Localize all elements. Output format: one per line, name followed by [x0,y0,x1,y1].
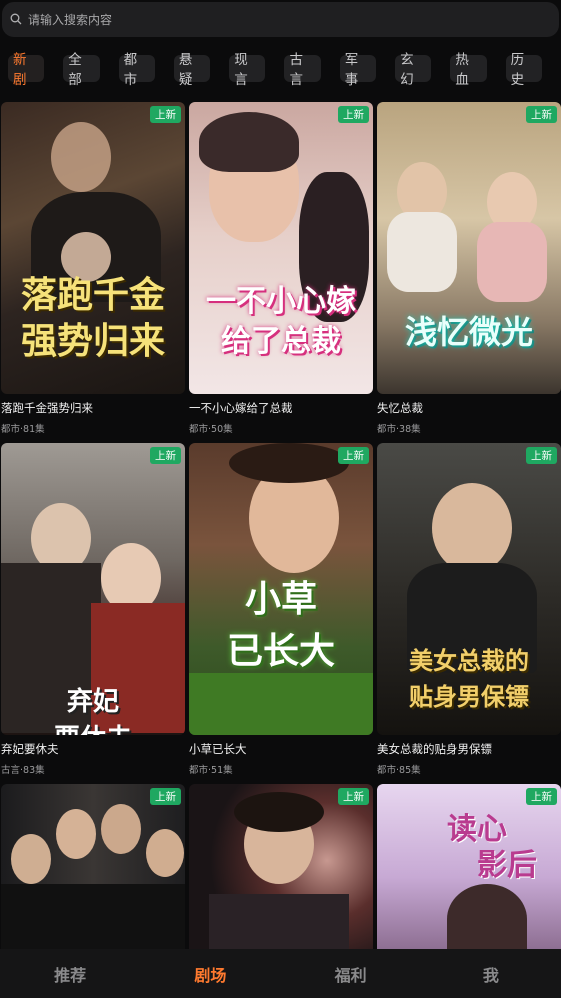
poster-title-art: 弃妃要休夫 [54,687,132,735]
category-chip-ancient-romance[interactable]: 古言 [284,52,321,88]
category-chip-modern-romance[interactable]: 现言 [229,52,266,88]
drama-card[interactable]: 弃妃要休夫 上新 弃妃要休夫 古言·83集 [1,443,185,776]
category-chip-new[interactable]: 新剧 [8,52,45,88]
drama-title: 弃妃要休夫 [1,742,59,756]
drama-poster[interactable]: 上新 [1,784,185,954]
category-chip-military[interactable]: 军事 [339,52,377,88]
drama-poster[interactable]: 上新 [189,784,373,954]
drama-card[interactable]: 读心 影后 上新 [377,784,561,954]
new-badge: 上新 [150,788,181,805]
drama-meta: 古言·83集 [1,765,45,776]
drama-meta: 都市·38集 [377,424,421,435]
new-badge: 上新 [526,788,557,805]
tab-me[interactable]: 我 [421,962,561,986]
drama-poster[interactable]: 读心 影后 上新 [377,784,561,954]
drama-title: 落跑千金强势归来 [1,401,93,415]
category-chip-action[interactable]: 热血 [450,52,487,88]
new-badge: 上新 [526,447,557,464]
category-tabs: 新剧 全部 都市 悬疑 现言 古言 军事 玄幻 热血 历史 [0,52,561,88]
poster-title-art: 读心 影后 [447,812,537,883]
drama-card[interactable]: 上新 [189,784,373,954]
drama-card[interactable]: 上新 [1,784,185,954]
drama-poster[interactable]: 美女总裁的 贴身男保镖 上新 [377,443,561,735]
drama-meta: 都市·81集 [1,424,45,435]
category-chip-urban[interactable]: 都市 [118,52,155,88]
poster-title-art: 浅忆微光 [404,313,533,351]
category-chip-all[interactable]: 全部 [63,52,100,88]
drama-poster[interactable]: 弃妃要休夫 上新 [1,443,185,735]
new-badge: 上新 [338,106,369,123]
bottom-tab-bar: 推荐 剧场 福利 我 [0,949,561,998]
category-chip-suspense[interactable]: 悬疑 [173,52,211,88]
tab-theater[interactable]: 剧场 [140,962,280,986]
search-input[interactable] [28,12,528,27]
poster-title-art: 落跑千金 强势归来 [20,274,165,362]
drama-card[interactable]: 落跑千金 强势归来 上新 落跑千金强势归来 都市·81集 [1,102,185,435]
new-badge: 上新 [338,788,369,805]
drama-card[interactable]: 一不小心嫁 给了总裁 上新 一不小心嫁给了总裁 都市·50集 [189,102,373,435]
poster-title-art: 美女总裁的 贴身男保镖 [409,646,529,711]
tab-recommend[interactable]: 推荐 [0,962,140,986]
drama-poster[interactable]: 小草 已长大 上新 [189,443,373,735]
search-icon [10,10,22,29]
drama-title: 小草已长大 [189,742,247,756]
category-chip-fantasy[interactable]: 玄幻 [395,52,432,88]
tab-welfare[interactable]: 福利 [281,962,421,986]
drama-poster[interactable]: 落跑千金 强势归来 上新 [1,102,185,394]
poster-title-art: 小草 已长大 [226,578,335,672]
new-badge: 上新 [150,106,181,123]
drama-poster[interactable]: 一不小心嫁 给了总裁 上新 [189,102,373,394]
drama-title: 美女总裁的贴身男保镖 [377,742,492,756]
drama-card[interactable]: 美女总裁的 贴身男保镖 上新 美女总裁的贴身男保镖 都市·85集 [377,443,561,776]
search-bar[interactable] [2,2,559,37]
drama-title: 一不小心嫁给了总裁 [189,401,293,415]
poster-title-art: 一不小心嫁 给了总裁 [206,284,356,359]
drama-meta: 都市·85集 [377,765,421,776]
drama-poster[interactable]: 浅忆微光 上新 [377,102,561,394]
category-chip-history[interactable]: 历史 [505,52,542,88]
drama-meta: 都市·51集 [189,765,233,776]
drama-card[interactable]: 浅忆微光 上新 失忆总裁 都市·38集 [377,102,561,435]
drama-card[interactable]: 小草 已长大 上新 小草已长大 都市·51集 [189,443,373,776]
drama-meta: 都市·50集 [189,424,233,435]
new-badge: 上新 [150,447,181,464]
new-badge: 上新 [526,106,557,123]
new-badge: 上新 [338,447,369,464]
drama-title: 失忆总裁 [377,401,423,415]
